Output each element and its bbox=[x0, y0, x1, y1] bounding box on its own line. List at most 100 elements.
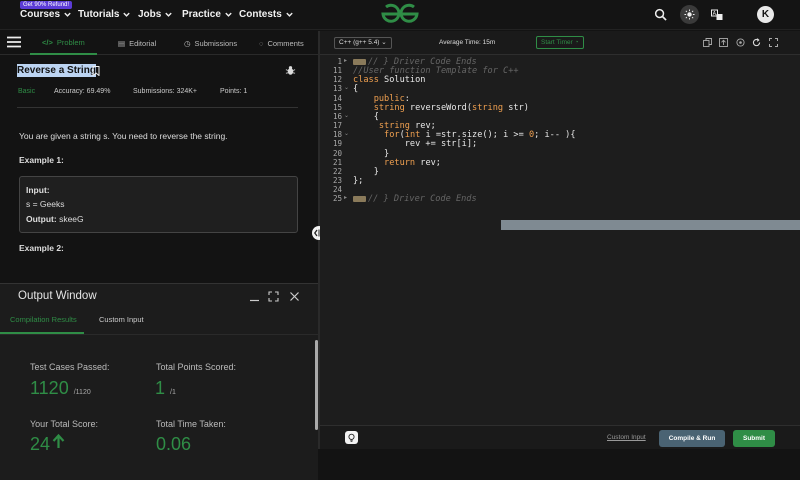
tab-submissions-label: Submissions bbox=[194, 38, 238, 48]
code-editor[interactable]: // } Driver Code Ends//User function Tem… bbox=[350, 55, 800, 425]
tab-compilation-results[interactable]: Compilation Results bbox=[10, 315, 77, 324]
nav-tutorials[interactable]: Tutorials bbox=[78, 9, 131, 20]
tab-comments-label: Comments bbox=[267, 38, 304, 48]
problem-title: Reverse a String bbox=[17, 64, 96, 77]
chevron-down-icon bbox=[286, 12, 293, 17]
line-number: 11 bbox=[332, 66, 342, 76]
line-number: 17 bbox=[332, 121, 342, 131]
example-input-value: s = Geeks bbox=[26, 199, 65, 209]
example1-heading: Example 1: bbox=[19, 155, 64, 165]
comment-icon: ◌ bbox=[259, 38, 264, 48]
nav-contests-label: Contests bbox=[239, 9, 282, 20]
nav-courses[interactable]: Courses bbox=[20, 9, 72, 20]
time-taken-label: Total Time Taken: bbox=[156, 419, 226, 429]
divider bbox=[17, 107, 298, 108]
bookmark-icon[interactable] bbox=[92, 66, 100, 76]
top-navbar: Get 90% Refund! Courses Tutorials Jobs P… bbox=[0, 0, 800, 30]
svg-text:A: A bbox=[713, 11, 717, 17]
editor-bottom-bar: Custom Input Compile & Run Submit bbox=[320, 425, 800, 449]
hint-button[interactable] bbox=[345, 431, 358, 444]
tab-problem[interactable]: </> Problem bbox=[30, 31, 97, 55]
tab-comments[interactable]: ◌ Comments bbox=[259, 31, 304, 55]
example2-heading: Example 2: bbox=[19, 243, 64, 253]
line-number: 18 bbox=[332, 130, 342, 140]
compile-run-button[interactable]: Compile & Run bbox=[659, 430, 725, 447]
tab-problem-label: Problem bbox=[56, 37, 85, 47]
line-number: 1 bbox=[337, 57, 342, 66]
avatar[interactable]: K bbox=[757, 6, 774, 23]
editorial-icon: ▤ bbox=[118, 38, 126, 48]
points-stat: Points: 1 bbox=[220, 88, 248, 95]
custom-input-link[interactable]: Custom Input bbox=[607, 434, 646, 441]
start-timer-button[interactable]: Start Timer ◔ bbox=[536, 36, 584, 49]
line-number: 19 bbox=[332, 139, 342, 149]
gfg-logo-icon[interactable] bbox=[380, 3, 420, 25]
line-number: 24 bbox=[332, 185, 342, 195]
translate-icon[interactable]: A bbox=[711, 9, 723, 21]
chevron-down-icon bbox=[225, 12, 232, 17]
line-number: 23 bbox=[332, 175, 342, 185]
difficulty-badge: Basic bbox=[18, 88, 36, 95]
nav-practice-label: Practice bbox=[182, 9, 221, 20]
theme-toggle[interactable] bbox=[680, 5, 699, 24]
time-taken-value: 0.06 bbox=[156, 434, 192, 454]
lightbulb-icon bbox=[348, 433, 355, 442]
reset-icon[interactable] bbox=[752, 38, 761, 47]
test-cases-label: Test Cases Passed: bbox=[30, 362, 110, 372]
fold-arrow-icon[interactable]: ▸ bbox=[344, 194, 347, 201]
problem-tabs: </> Problem ▤ Editorial ◷ Submissions ◌ Comm… bbox=[0, 31, 318, 55]
fold-arrow-icon[interactable]: ▸ bbox=[344, 57, 347, 64]
line-number: 15 bbox=[332, 102, 342, 112]
tab-submissions[interactable]: ◷ Submissions bbox=[184, 31, 237, 55]
chevron-down-icon bbox=[64, 12, 71, 17]
start-timer-label: Start Timer bbox=[541, 39, 573, 46]
editor-panel: C++ (g++ 5.4) ⌄ Average Time: 15m Start … bbox=[320, 31, 800, 449]
line-number: 20 bbox=[332, 148, 342, 158]
settings-icon[interactable] bbox=[736, 38, 745, 47]
test-cases-total: /1120 bbox=[73, 389, 91, 396]
upload-icon[interactable] bbox=[719, 38, 728, 47]
average-time: Average Time: 15m bbox=[439, 39, 496, 46]
close-icon[interactable] bbox=[289, 291, 300, 302]
expand-icon[interactable] bbox=[268, 291, 279, 302]
submissions-stat: Submissions: 324K+ bbox=[133, 88, 198, 95]
problem-panel: </> Problem ▤ Editorial ◷ Submissions ◌ Comm… bbox=[0, 31, 318, 480]
line-number: 16 bbox=[332, 111, 342, 121]
code-line: class Solution bbox=[353, 75, 426, 86]
code-icon: </> bbox=[42, 37, 53, 47]
search-icon[interactable] bbox=[654, 8, 667, 21]
divider bbox=[0, 334, 318, 335]
example-input-label: Input: bbox=[26, 185, 50, 195]
points-scored-total: /1 bbox=[170, 389, 176, 396]
fold-arrow-icon[interactable]: ⌄ bbox=[344, 112, 349, 119]
tab-editorial[interactable]: ▤ Editorial bbox=[118, 31, 156, 55]
bug-report-icon[interactable] bbox=[285, 65, 296, 76]
promo-badge[interactable]: Get 90% Refund! bbox=[20, 1, 73, 9]
copy-icon[interactable] bbox=[703, 38, 712, 47]
example-output: Output: skeeG bbox=[26, 214, 84, 224]
line-number: 13 bbox=[332, 84, 342, 94]
tab-editorial-label: Editorial bbox=[129, 38, 157, 48]
fullscreen-icon[interactable] bbox=[769, 38, 778, 47]
nav-practice[interactable]: Practice bbox=[182, 9, 233, 20]
minimize-icon[interactable] bbox=[249, 291, 260, 302]
nav-jobs-label: Jobs bbox=[138, 9, 162, 20]
tab-custom-input[interactable]: Custom Input bbox=[99, 315, 144, 324]
nav-contests[interactable]: Contests bbox=[239, 9, 294, 20]
nav-jobs[interactable]: Jobs bbox=[138, 9, 173, 20]
fold-arrow-icon[interactable]: ⌄ bbox=[344, 130, 349, 137]
points-scored-label: Total Points Scored: bbox=[156, 362, 237, 372]
submit-button[interactable]: Submit bbox=[733, 430, 775, 447]
fold-arrow-icon[interactable]: ⌄ bbox=[344, 84, 349, 91]
menu-icon[interactable] bbox=[7, 36, 21, 48]
example1-box: Input: s = Geeks Output: skeeG bbox=[19, 176, 298, 233]
test-cases-value: 1120 /1120 bbox=[30, 378, 91, 398]
code-line: // } Driver Code Ends bbox=[353, 194, 477, 204]
line-number: 14 bbox=[332, 93, 342, 103]
example-output-label: Output: bbox=[26, 214, 57, 224]
selection-highlight bbox=[501, 220, 800, 230]
language-select[interactable]: C++ (g++ 5.4) ⌄ bbox=[334, 37, 392, 49]
chevron-down-icon bbox=[123, 12, 131, 17]
arrow-up-icon bbox=[52, 433, 65, 448]
chevron-down-icon bbox=[165, 12, 173, 17]
